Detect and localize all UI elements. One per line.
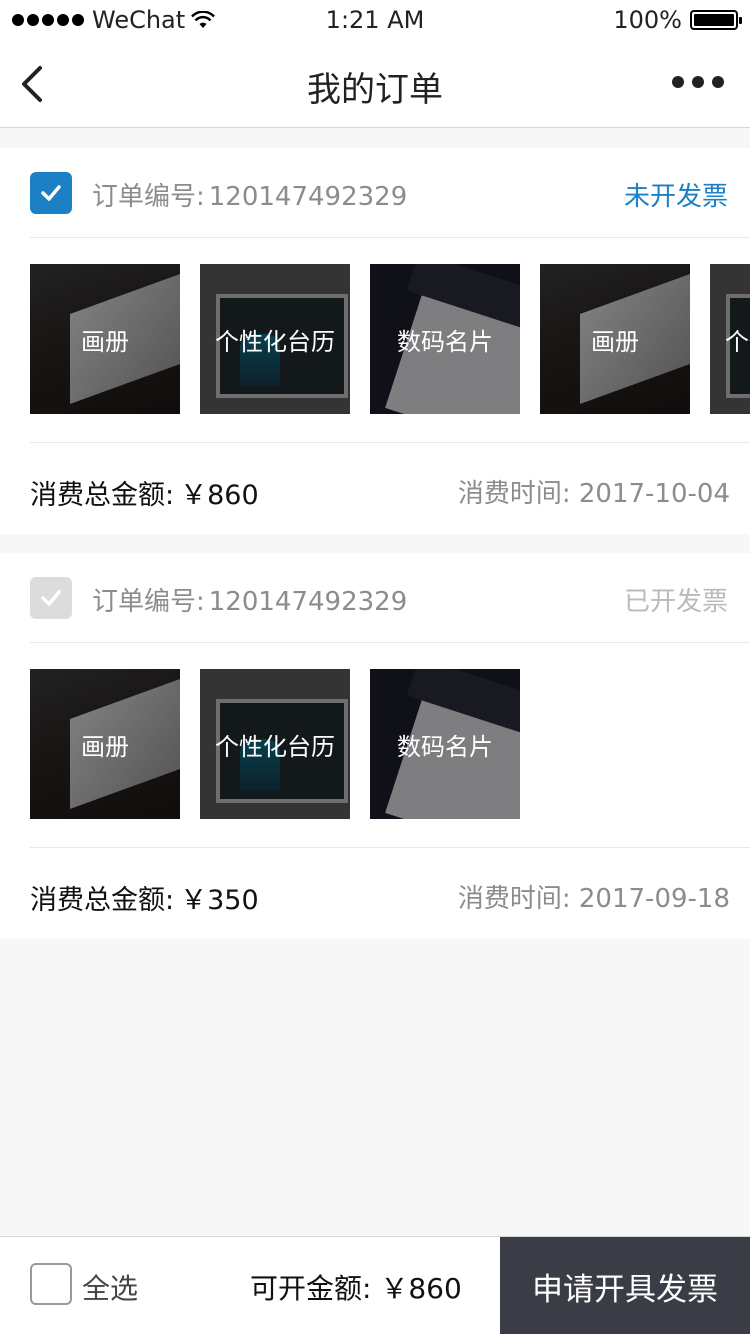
order-number-value: 120147492329 <box>208 182 408 212</box>
battery-icon <box>690 10 742 30</box>
battery-percent: 100% <box>613 6 682 34</box>
product-name: 个性化台历 <box>215 328 335 356</box>
product-name: 画册 <box>81 328 129 356</box>
more-icon[interactable] <box>672 76 724 88</box>
order-footer: 消费总金额: ￥860 消费时间: 2017-10-04 <box>30 442 750 534</box>
time-label: 消费时间: <box>457 479 571 509</box>
order-number: 订单编号: 120147492329 <box>92 581 407 618</box>
order-time: 消费时间: 2017-10-04 <box>458 473 730 510</box>
order-number-label: 订单编号: <box>92 182 205 212</box>
product-item[interactable]: 画册 <box>540 264 690 414</box>
product-name: 画册 <box>81 733 129 761</box>
available-value: ￥860 <box>380 1272 462 1305</box>
select-all-label[interactable]: 全选 <box>82 1267 138 1307</box>
order-header: 订单编号: 120147492329 已开发票 <box>30 553 750 643</box>
order-time: 消费时间: 2017-09-18 <box>458 878 730 915</box>
total-amount: ￥350 <box>180 885 259 916</box>
order-checkbox[interactable] <box>30 172 72 214</box>
order-footer: 消费总金额: ￥350 消费时间: 2017-09-18 <box>30 847 750 939</box>
product-name: 个性化台历 <box>215 733 335 761</box>
product-list: 画册 个性化台历 数码名片 <box>30 669 750 819</box>
product-name: 数码名片 <box>397 328 493 356</box>
status-right: 100% <box>613 6 742 34</box>
time-value: 2017-09-18 <box>578 884 730 914</box>
order-number-label: 订单编号: <box>92 587 205 617</box>
order-card: 订单编号: 120147492329 未开发票 画册 个性化台历 数码名片 画册 … <box>0 148 750 534</box>
product-item[interactable]: 数码名片 <box>370 264 520 414</box>
order-card: 订单编号: 120147492329 已开发票 画册 个性化台历 数码名片 消费总… <box>0 553 750 939</box>
invoice-status: 已开发票 <box>623 587 728 617</box>
available-label: 可开金额: <box>250 1272 372 1305</box>
total-amount: ￥860 <box>180 480 259 511</box>
product-item[interactable]: 个性化台历 <box>200 669 350 819</box>
order-number: 订单编号: 120147492329 <box>92 176 407 213</box>
total-label: 消费总金额: <box>30 480 175 511</box>
order-total: 消费总金额: ￥860 <box>30 473 259 512</box>
order-header: 订单编号: 120147492329 未开发票 <box>30 148 750 238</box>
check-icon <box>41 590 61 606</box>
select-all-checkbox[interactable] <box>30 1263 72 1305</box>
invoice-status: 未开发票 <box>623 182 728 212</box>
product-item[interactable]: 数码名片 <box>370 669 520 819</box>
status-bar: WeChat 1:21 AM 100% <box>0 0 750 40</box>
order-total: 消费总金额: ￥350 <box>30 878 259 917</box>
nav-bar: 我的订单 <box>0 40 750 128</box>
available-amount: 可开金额: ￥860 <box>250 1267 462 1307</box>
order-checkbox[interactable] <box>30 577 72 619</box>
product-name: 数码名片 <box>397 733 493 761</box>
total-label: 消费总金额: <box>30 885 175 916</box>
product-item[interactable]: 个性化台历 <box>200 264 350 414</box>
apply-invoice-button[interactable]: 申请开具发票 <box>500 1237 750 1334</box>
order-number-value: 120147492329 <box>208 587 408 617</box>
product-list: 画册 个性化台历 数码名片 画册 个性化台历 <box>30 264 750 414</box>
product-item[interactable]: 画册 <box>30 669 180 819</box>
product-name: 画册 <box>591 328 639 356</box>
bottom-action-bar: 全选 可开金额: ￥860 申请开具发票 <box>0 1236 750 1334</box>
product-item[interactable]: 个性化台历 <box>710 264 750 414</box>
time-value: 2017-10-04 <box>578 479 730 509</box>
product-item[interactable]: 画册 <box>30 264 180 414</box>
page-title: 我的订单 <box>307 70 443 110</box>
product-name: 个性化台历 <box>725 328 750 356</box>
time-label: 消费时间: <box>457 884 571 914</box>
check-icon <box>41 185 61 201</box>
